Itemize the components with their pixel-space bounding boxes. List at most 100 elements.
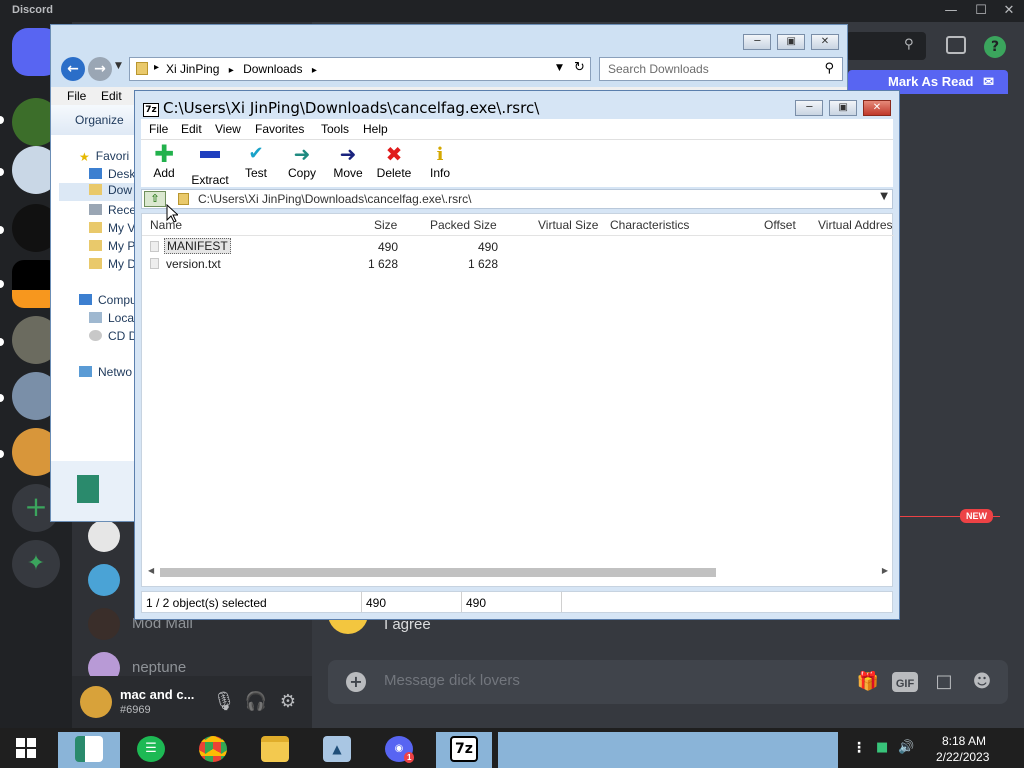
info-button[interactable]: i Info: [417, 144, 463, 186]
nav-downloads[interactable]: Dow: [59, 183, 135, 201]
file-explorer-icon: [261, 736, 289, 762]
close-icon[interactable]: ✕: [811, 34, 839, 50]
maximize-icon[interactable]: ☐: [972, 2, 990, 20]
add-button[interactable]: ✚ Add: [141, 142, 187, 186]
search-icon[interactable]: ⚲: [824, 61, 834, 76]
gif-icon[interactable]: GIF: [892, 672, 918, 692]
clock-time[interactable]: 8:18 AM: [942, 734, 986, 748]
address-bar[interactable]: ▸ Xi JinPing ▸ Downloads ▸ ▼ ↻: [129, 57, 591, 81]
menu-help[interactable]: Help: [363, 122, 388, 136]
taskbar-active-window-region[interactable]: [498, 732, 838, 768]
gift-icon[interactable]: 🎁: [856, 670, 880, 694]
minimize-icon[interactable]: —: [942, 2, 960, 20]
taskbar: ☰ ▲ ◉ 1 7z ⋮ ■ 🔊 8:18 AM 2/22/2023: [0, 728, 1024, 768]
taskbar-app-notes[interactable]: ☰: [126, 732, 176, 768]
nav-cd-drive[interactable]: CD D: [89, 329, 137, 343]
menu-favorites[interactable]: Favorites: [255, 122, 304, 136]
nav-favorites[interactable]: ★ Favori: [79, 149, 129, 164]
nav-recent[interactable]: Rece: [89, 203, 136, 217]
column-characteristics[interactable]: Characteristics: [610, 218, 689, 232]
column-offset[interactable]: Offset: [764, 218, 796, 232]
menu-edit[interactable]: Edit: [181, 122, 202, 136]
menu-edit[interactable]: Edit: [101, 89, 122, 103]
scroll-right-icon[interactable]: ▶: [882, 566, 888, 575]
folder-up-icon[interactable]: ⇧: [144, 191, 166, 207]
taskbar-app-explorer-doc[interactable]: [58, 732, 120, 768]
minimize-icon[interactable]: ─: [795, 100, 824, 116]
gear-icon[interactable]: ⚙: [276, 690, 300, 714]
recent-pages-chevron-icon[interactable]: ▼: [115, 61, 122, 71]
chevron-right-icon: ▸: [154, 62, 160, 73]
copy-button[interactable]: ➜ Copy: [279, 144, 325, 186]
taskbar-app-discord[interactable]: ◉ 1: [374, 732, 424, 768]
minimize-icon[interactable]: ─: [743, 34, 772, 50]
taskbar-app-7zip[interactable]: 7z: [436, 732, 492, 768]
network-icon[interactable]: ■: [876, 740, 888, 755]
refresh-icon[interactable]: ↻: [574, 60, 585, 75]
file-thumbnail-icon: [77, 475, 99, 503]
discord-search[interactable]: ⚲: [846, 32, 926, 60]
horizontal-scrollbar[interactable]: ◀ ▶: [146, 564, 890, 580]
path-input[interactable]: C:\Users\Xi JinPing\Downloads\cancelfag.…: [198, 192, 471, 206]
volume-icon[interactable]: 🔊: [898, 740, 914, 755]
scrollbar-thumb[interactable]: [160, 568, 716, 577]
menu-file[interactable]: File: [67, 89, 86, 103]
close-icon[interactable]: ✕: [1000, 2, 1018, 20]
maximize-icon[interactable]: ▣: [829, 100, 858, 116]
attach-plus-icon[interactable]: +: [346, 672, 366, 692]
table-row[interactable]: version.txt 1 628 1 628: [142, 255, 894, 272]
column-virtual-address[interactable]: Virtual Addres: [818, 218, 893, 232]
chevron-down-icon[interactable]: ▼: [880, 191, 888, 202]
nav-my-videos[interactable]: My V: [89, 221, 135, 235]
status-size: 490: [362, 592, 462, 612]
nav-computer[interactable]: Compu: [79, 293, 137, 307]
menu-file[interactable]: File: [149, 122, 168, 136]
file-packed-size: 1 628: [467, 257, 498, 271]
breadcrumb-downloads[interactable]: Downloads: [243, 62, 302, 76]
menu-view[interactable]: View: [215, 122, 241, 136]
windows-start-icon[interactable]: [16, 738, 36, 758]
table-row[interactable]: [142, 328, 894, 345]
back-arrow-icon[interactable]: ←: [61, 57, 85, 81]
search-input[interactable]: Search Downloads ⚲: [599, 57, 843, 81]
nav-my-documents[interactable]: My D: [89, 257, 136, 271]
scroll-left-icon[interactable]: ◀: [148, 566, 154, 575]
column-size[interactable]: Size: [374, 218, 397, 232]
sticker-icon[interactable]: □: [932, 670, 956, 694]
chevron-down-icon[interactable]: ▼: [556, 63, 563, 73]
taskbar-app-monitor[interactable]: ▲: [312, 732, 362, 768]
help-icon[interactable]: ?: [984, 36, 1006, 58]
new-badge: NEW: [960, 509, 993, 523]
nav-network[interactable]: Netwo: [79, 365, 132, 379]
nav-desktop[interactable]: Desk: [89, 167, 135, 181]
extract-button[interactable]: Extract: [187, 144, 233, 187]
column-packed-size[interactable]: Packed Size: [430, 218, 497, 232]
taskbar-app-file-explorer[interactable]: [250, 732, 300, 768]
folder-icon: [89, 222, 102, 233]
microphone-icon[interactable]: 🎙: [212, 690, 236, 714]
table-row[interactable]: MANIFEST 490 490: [142, 238, 894, 255]
delete-button[interactable]: ✖ Delete: [371, 144, 417, 186]
maximize-icon[interactable]: ▣: [777, 34, 806, 50]
emoji-icon[interactable]: ☻: [970, 670, 994, 694]
clock-date[interactable]: 2/22/2023: [936, 750, 989, 764]
message-input[interactable]: Message dick lovers: [384, 672, 520, 689]
column-virtual-size[interactable]: Virtual Size: [538, 218, 598, 232]
list-header: Name Size Packed Size Virtual Size Chara…: [142, 214, 894, 236]
menu-tools[interactable]: Tools: [321, 122, 349, 136]
nav-my-pictures[interactable]: My P: [89, 239, 135, 253]
close-icon[interactable]: ✕: [863, 100, 891, 116]
tray-overflow-icon[interactable]: ⋮: [852, 740, 866, 756]
taskbar-app-chrome[interactable]: [188, 732, 238, 768]
move-button[interactable]: ➜ Move: [325, 144, 371, 186]
test-button[interactable]: ✔ Test: [233, 144, 279, 186]
inbox-icon[interactable]: [946, 36, 966, 54]
avatar[interactable]: [80, 686, 112, 718]
forward-arrow-icon[interactable]: →: [88, 57, 112, 81]
explore-compass-icon[interactable]: ✦: [12, 540, 60, 588]
organize-button[interactable]: Organize: [75, 113, 124, 127]
breadcrumb-xi-jinping[interactable]: Xi JinPing: [166, 62, 219, 76]
nav-local-disk[interactable]: Loca: [89, 311, 134, 325]
chevron-right-icon: ▸: [228, 65, 234, 76]
headphones-icon[interactable]: 🎧: [244, 690, 268, 714]
